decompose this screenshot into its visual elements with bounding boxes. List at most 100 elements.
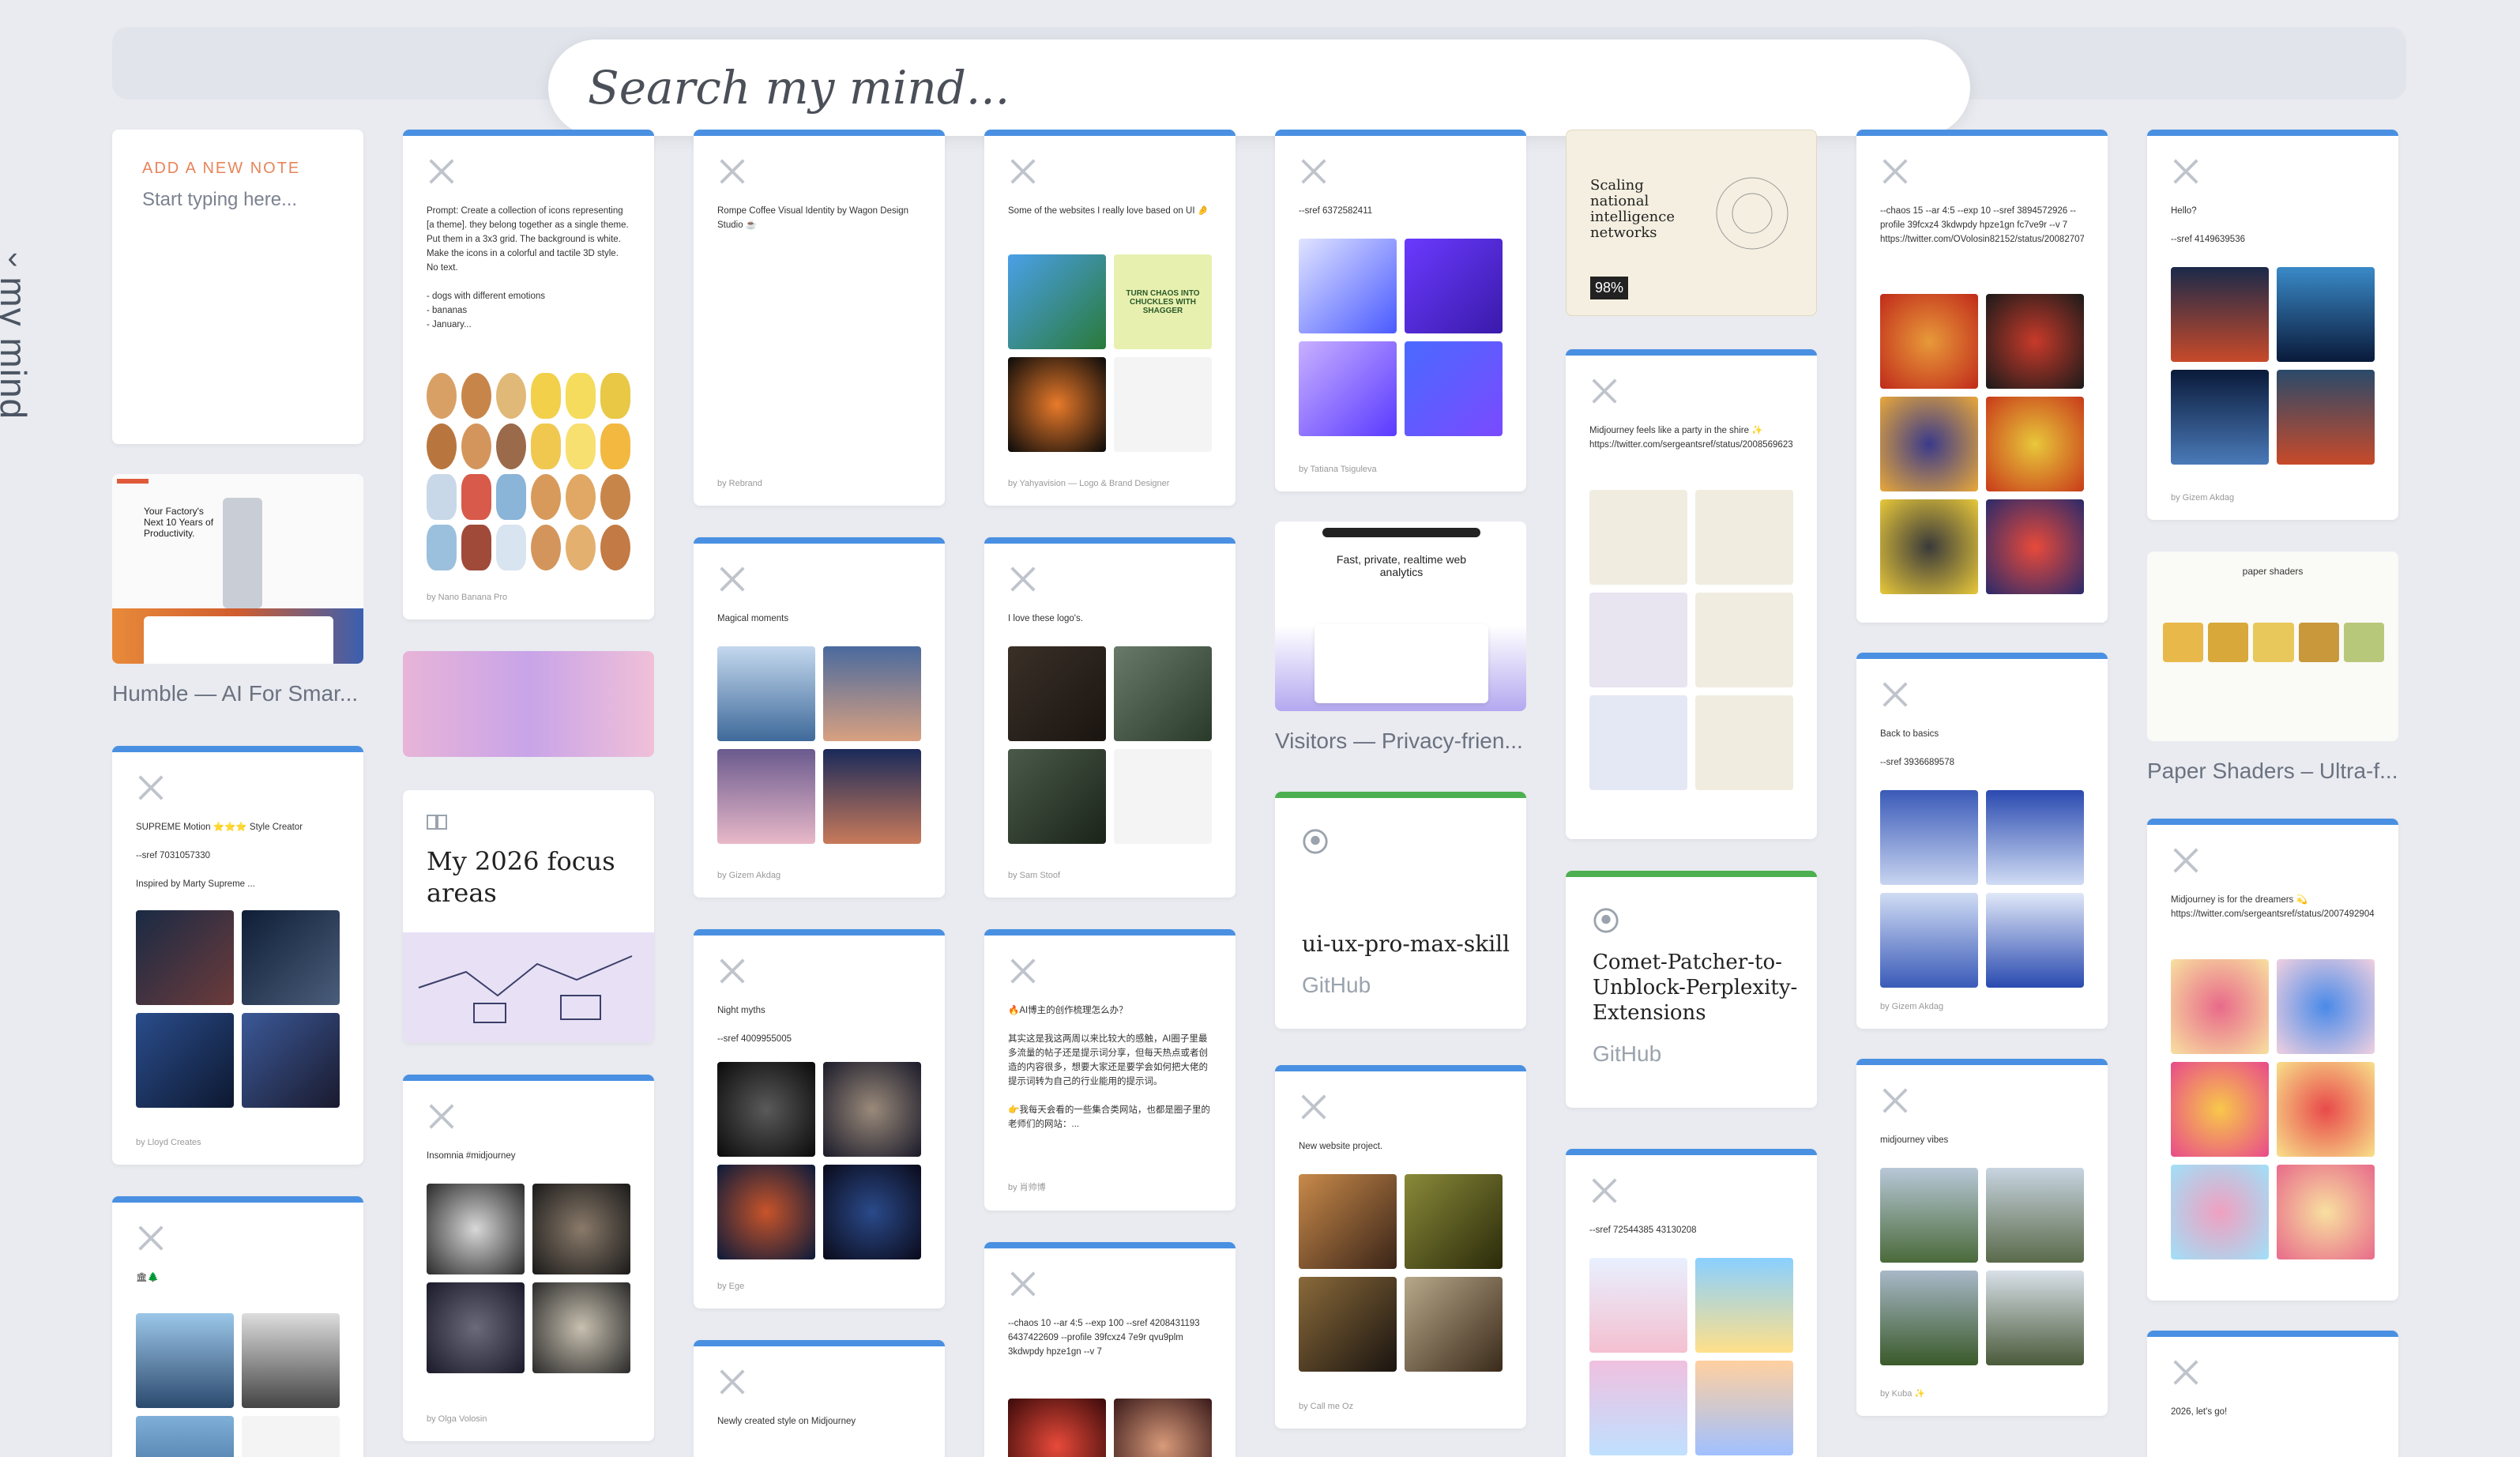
tweet-card[interactable]: 🔥AI博主的创作梳理怎么办？ 其实这是我这两周以来比较大的感触，AI圈子里最多流…: [984, 929, 1236, 1210]
add-note-card[interactable]: ADD A NEW NOTE Start typing here...: [112, 130, 363, 444]
bookmark-thumbnail: Your Factory's Next 10 Years of Producti…: [112, 474, 363, 664]
repo-title: ui-ux-pro-max-skill: [1302, 931, 1510, 957]
x-logo-icon: [2173, 848, 2198, 873]
bookmark-card[interactable]: Your Factory's Next 10 Years of Producti…: [112, 474, 363, 706]
tweet-author: by Gizem Akdag: [1880, 1002, 1944, 1011]
x-logo-icon: [1010, 958, 1036, 984]
tweet-card[interactable]: Magical moments by Gizem Akdag: [694, 537, 945, 898]
tweet-card[interactable]: Rompe Coffee Visual Identity by Wagon De…: [694, 130, 945, 506]
tweet-card[interactable]: Back to basics --sref 3936689578 by Gize…: [1856, 653, 2108, 1029]
bookmark-card[interactable]: paper shaders Paper Shaders – Ultra-f...: [2147, 552, 2398, 784]
tweet-images: [2171, 267, 2375, 465]
tweet-images: [717, 646, 921, 844]
note-input[interactable]: Start typing here...: [142, 189, 363, 211]
tweet-text: 2026, let's go!: [2171, 1407, 2228, 1417]
tweet-author: by Gizem Akdag: [717, 871, 781, 880]
tweet-card[interactable]: midjourney vibes by Kuba ✨: [1856, 1059, 2108, 1416]
tweet-text: Magical moments: [717, 614, 789, 623]
note-card[interactable]: My 2026 focus areas: [403, 790, 654, 1043]
search-input[interactable]: [588, 61, 1970, 115]
tweet-card[interactable]: I love these logo's. by Sam Stoof: [984, 537, 1236, 898]
tweet-card[interactable]: Midjourney is for the dreamers 💫 https:/…: [2147, 819, 2398, 1301]
x-logo-icon: [1010, 159, 1036, 184]
tweet-author: by 肖帅博: [1008, 1183, 1046, 1192]
image-card[interactable]: Scaling national intelligence networks 9…: [1566, 130, 1817, 316]
x-logo-icon: [1010, 1271, 1036, 1297]
tweet-text: 🔥AI博主的创作梳理怎么办？ 其实这是我这两周以来比较大的感触，AI圈子里最多流…: [1008, 1006, 1210, 1129]
x-logo-icon: [720, 159, 745, 184]
repo-title: Comet-Patcher-to-Unblock-Perplexity-Exte…: [1593, 951, 1798, 1025]
tweet-images: [1589, 490, 1793, 790]
image-stat: 98%: [1590, 277, 1629, 299]
tweet-text: SUPREME Motion ⭐⭐⭐ Style Creator --sref …: [136, 823, 303, 889]
tweet-author: by Lloyd Creates: [136, 1138, 201, 1147]
tweet-text: Hello? --sref 4149639536: [2171, 206, 2245, 244]
tweet-author: by Gizem Akdag: [2171, 493, 2235, 503]
x-logo-icon: [720, 567, 745, 592]
search-bar[interactable]: [548, 40, 1970, 136]
bookmark-card[interactable]: Fast, private, realtime web analytics Vi…: [1275, 521, 1526, 754]
tweet-images: [1299, 1174, 1503, 1372]
thumbnail-heading: paper shaders: [2242, 566, 2304, 577]
bookmark-caption: Paper Shaders – Ultra-f...: [2147, 759, 2398, 783]
tweet-text: Rompe Coffee Visual Identity by Wagon De…: [717, 206, 909, 230]
icon-grid-image: [427, 373, 630, 570]
tweet-card[interactable]: Midjourney feels like a party in the shi…: [1566, 349, 1817, 839]
x-logo-icon: [1882, 1088, 1908, 1113]
tweet-card[interactable]: Prompt: Create a collection of icons rep…: [403, 130, 654, 619]
tweet-card[interactable]: SUPREME Motion ⭐⭐⭐ Style Creator --sref …: [112, 746, 363, 1165]
x-logo-icon: [1882, 159, 1908, 184]
tweet-card[interactable]: 🏛🌲: [112, 1196, 363, 1457]
thumbnail-heading: Fast, private, realtime web analytics: [1336, 553, 1467, 578]
x-logo-icon: [429, 1104, 454, 1129]
x-logo-icon: [429, 159, 454, 184]
tweet-card[interactable]: Insomnia #midjourney by Olga Volosin: [403, 1075, 654, 1441]
diagram-graphic: [1716, 177, 1788, 250]
tweet-images: [1008, 1399, 1212, 1457]
tweet-card[interactable]: --chaos 10 --ar 4:5 --exp 100 --sref 420…: [984, 1242, 1236, 1457]
tweet-card[interactable]: --chaos 15 --ar 4:5 --exp 10 --sref 3894…: [1856, 130, 2108, 623]
tweet-card[interactable]: --sref 6372582411 by Tatiana Tsiguleva: [1275, 130, 1526, 491]
tweet-images: [1589, 1258, 1793, 1455]
x-logo-icon: [138, 1225, 164, 1251]
tweet-card[interactable]: New website project. by Call me Oz: [1275, 1065, 1526, 1429]
my-mind-toggle[interactable]: ‹ my mind: [0, 241, 35, 420]
tweet-text: Insomnia #midjourney: [427, 1151, 516, 1161]
tweet-text: Night myths --sref 4009955005: [717, 1006, 792, 1044]
github-card[interactable]: ui-ux-pro-max-skill GitHub: [1275, 792, 1526, 1029]
x-logo-icon: [1592, 1178, 1617, 1203]
tweet-images: TURN CHAOS INTO CHUCKLES WITH SHAGGER: [1008, 254, 1212, 452]
tweet-link[interactable]: https://twitter.com/OVolosin82152/status…: [1880, 232, 2084, 247]
tweet-card[interactable]: --sref 72544385 43130208: [1566, 1149, 1817, 1457]
tweet-images: [1299, 239, 1503, 436]
tweet-author: by Olga Volosin: [427, 1414, 487, 1424]
x-logo-icon: [1301, 1094, 1326, 1120]
tweet-text: Prompt: Create a collection of icons rep…: [427, 206, 629, 329]
github-card[interactable]: Comet-Patcher-to-Unblock-Perplexity-Exte…: [1566, 871, 1817, 1108]
tweet-images: [136, 910, 340, 1108]
tweet-images: [717, 1062, 921, 1259]
chevron-left-icon: ‹: [7, 240, 20, 276]
tweet-link[interactable]: https://twitter.com/sergeantsref/status/…: [2171, 907, 2375, 921]
tweet-card[interactable]: 2026, let's go!: [2147, 1331, 2398, 1457]
image-heading: Scaling national intelligence networks: [1590, 177, 1676, 241]
x-logo-icon: [1010, 567, 1036, 592]
book-icon: [427, 815, 447, 830]
tweet-card[interactable]: Some of the websites I really love based…: [984, 130, 1236, 506]
tweet-link[interactable]: https://twitter.com/sergeantsref/status/…: [1589, 438, 1793, 452]
tweet-images: [1880, 1168, 2084, 1365]
x-logo-icon: [138, 775, 164, 800]
x-logo-icon: [1301, 159, 1326, 184]
tweet-card[interactable]: Night myths --sref 4009955005 by Ege: [694, 929, 945, 1308]
repo-source: GitHub: [1593, 1041, 1662, 1066]
image-card[interactable]: [403, 651, 654, 757]
tweet-card[interactable]: Hello? --sref 4149639536 by Gizem Akdag: [2147, 130, 2398, 520]
x-logo-icon: [2173, 1360, 2198, 1385]
tweet-text: Some of the websites I really love based…: [1008, 206, 1209, 216]
x-logo-icon: [720, 958, 745, 984]
tweet-card[interactable]: Newly created style on Midjourney: [694, 1340, 945, 1457]
tweet-text: Back to basics --sref 3936689578: [1880, 729, 1954, 767]
tweet-author: by Ege: [717, 1282, 745, 1291]
tweet-images: [427, 1184, 630, 1373]
thumbnail-heading: Your Factory's Next 10 Years of Producti…: [144, 506, 214, 539]
